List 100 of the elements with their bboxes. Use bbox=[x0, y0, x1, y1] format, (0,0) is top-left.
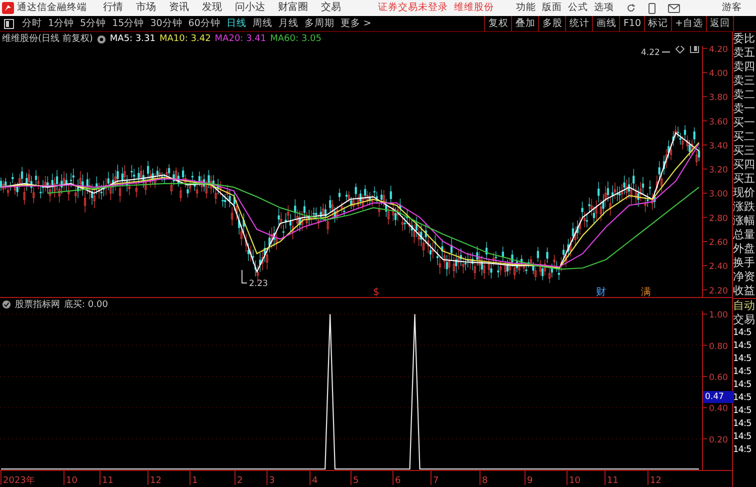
trade-time: 14:5 bbox=[733, 431, 752, 444]
quote-label: 买五 bbox=[733, 172, 756, 186]
user-label[interactable]: 游客 bbox=[722, 0, 742, 16]
axis-label: 0.20 bbox=[709, 435, 728, 446]
quote-label: 买四 bbox=[733, 158, 756, 172]
trade-time: 14:5 bbox=[733, 392, 752, 405]
menu-item[interactable]: 行情 bbox=[103, 0, 123, 16]
low-price-label: 2.23 bbox=[249, 279, 268, 289]
axis-label: 2.80 bbox=[709, 214, 728, 224]
moving-average-label: MA20: 3.41 bbox=[214, 33, 266, 46]
quote-label: 现价 bbox=[733, 186, 756, 200]
period-tab[interactable]: 日线 bbox=[223, 16, 250, 32]
quote-label: 交易 bbox=[733, 313, 756, 327]
moving-average-label: MA10: 3.42 bbox=[159, 33, 211, 46]
menu-item[interactable]: 公式 bbox=[568, 0, 588, 16]
app-title: 通达信金融终端 bbox=[17, 1, 87, 15]
trade-time: 14:5 bbox=[733, 405, 752, 418]
login-notice[interactable]: 证券交易未登录 bbox=[378, 0, 448, 16]
event-marker[interactable]: 满 bbox=[641, 287, 651, 297]
date-label: 9 bbox=[527, 476, 533, 486]
axis-label: 2.60 bbox=[709, 238, 728, 248]
date-label: 11 bbox=[102, 476, 114, 486]
quote-label: 净资 bbox=[733, 270, 756, 284]
menu-item[interactable]: 选项 bbox=[594, 0, 614, 16]
date-label: 3 bbox=[269, 476, 275, 486]
trade-time: 14:5 bbox=[733, 379, 752, 392]
event-marker[interactable]: 财 bbox=[596, 287, 606, 297]
stock-link[interactable]: 维维股份 bbox=[454, 0, 494, 16]
menu-item[interactable]: 问小达 bbox=[235, 0, 265, 16]
period-tab[interactable]: 周线 bbox=[249, 16, 276, 32]
axis-label: 2.20 bbox=[709, 286, 728, 296]
period-tab[interactable]: 30分钟 bbox=[147, 16, 186, 32]
toolbar-button[interactable]: 复权 bbox=[484, 16, 512, 31]
quote-label: 买三 bbox=[733, 144, 756, 158]
period-tab[interactable]: 60分钟 bbox=[185, 16, 224, 32]
date-label: 10 bbox=[569, 476, 580, 486]
axis-label: 2.40 bbox=[709, 262, 728, 272]
toolbar-button[interactable]: 画线 bbox=[592, 16, 620, 31]
chart-title: 维维股份(日线 前复权) bbox=[2, 32, 93, 46]
date-label: 2 bbox=[237, 476, 243, 486]
axis-label: 4.00 bbox=[709, 69, 728, 80]
cursor-value: 0.47 bbox=[703, 390, 734, 403]
quote-label: 涨跌 bbox=[733, 200, 756, 214]
axis-label: 0.40 bbox=[709, 404, 728, 414]
trade-time: 14:5 bbox=[733, 353, 752, 366]
menu-item[interactable]: 发现 bbox=[202, 0, 222, 16]
quote-label: 卖三 bbox=[733, 74, 756, 88]
date-label: 2023年 bbox=[3, 476, 35, 486]
axis-label: 0.60 bbox=[709, 372, 728, 383]
date-label: 7 bbox=[433, 476, 439, 486]
menu-item[interactable]: 财富圈 bbox=[278, 0, 308, 16]
moving-average-label: MA5: 3.31 bbox=[110, 33, 156, 46]
axis-label: 3.60 bbox=[709, 117, 728, 128]
quote-label: 自动 bbox=[733, 298, 756, 313]
trade-time: 14:5 bbox=[733, 327, 752, 340]
quote-label: 卖二 bbox=[733, 88, 756, 102]
period-tab[interactable]: 5分钟 bbox=[77, 16, 110, 32]
period-tab[interactable]: 月线 bbox=[275, 16, 302, 32]
quote-label: 委比 bbox=[733, 32, 756, 46]
date-label: 12 bbox=[650, 476, 662, 486]
period-tab[interactable]: 15分钟 bbox=[109, 16, 148, 32]
trade-time: 14:5 bbox=[733, 340, 752, 353]
toolbar-button[interactable]: 叠加 bbox=[511, 16, 538, 31]
menu-item[interactable]: 市场 bbox=[136, 0, 156, 16]
period-tab[interactable]: 分时 bbox=[19, 16, 45, 32]
event-marker[interactable]: $ bbox=[373, 287, 380, 297]
quote-label: 买一 bbox=[733, 116, 756, 130]
trade-time: 14:5 bbox=[733, 444, 752, 457]
date-label: 10 bbox=[66, 476, 78, 486]
quote-label: 总量 bbox=[733, 228, 756, 242]
moving-average-label: MA60: 3.05 bbox=[270, 33, 322, 46]
menu-item[interactable]: 版面 bbox=[542, 0, 562, 16]
indicator-title: 股票指标网 bbox=[15, 298, 60, 312]
date-label: 5 bbox=[353, 476, 359, 486]
date-label: 12 bbox=[150, 476, 162, 486]
toolbar-button[interactable]: 统计 bbox=[565, 16, 592, 31]
quote-label: 外盘 bbox=[733, 242, 756, 256]
trade-time: 14:5 bbox=[733, 366, 752, 379]
date-label: 6 bbox=[395, 476, 401, 486]
axis-label: 4.20 bbox=[709, 46, 728, 55]
axis-label: 3.40 bbox=[709, 141, 728, 152]
axis-label: 3.20 bbox=[709, 166, 728, 176]
period-tab[interactable]: 1分钟 bbox=[45, 16, 78, 32]
axis-label: 3.80 bbox=[709, 93, 728, 104]
menu-item[interactable]: 交易 bbox=[321, 0, 341, 16]
date-label: 1 bbox=[192, 476, 198, 486]
quote-label: 卖一 bbox=[733, 102, 756, 116]
quote-label: 换手 bbox=[733, 256, 756, 270]
period-tab[interactable]: 多周期 bbox=[301, 16, 338, 32]
menu-item[interactable]: 功能 bbox=[516, 0, 536, 16]
axis-label: 1.00 bbox=[709, 311, 728, 321]
high-price-label: 4.22 bbox=[641, 48, 660, 58]
period-tab[interactable]: 更多 > bbox=[337, 16, 374, 32]
toolbar-button[interactable]: 多股 bbox=[538, 16, 566, 31]
date-label: 4 bbox=[312, 476, 318, 486]
trade-time: 14:5 bbox=[733, 418, 752, 431]
axis-label: 0.80 bbox=[709, 342, 728, 352]
indicator-reading: 底买: 0.00 bbox=[64, 298, 108, 312]
menu-item[interactable]: 资讯 bbox=[169, 0, 189, 16]
date-label: 11 bbox=[607, 476, 618, 486]
